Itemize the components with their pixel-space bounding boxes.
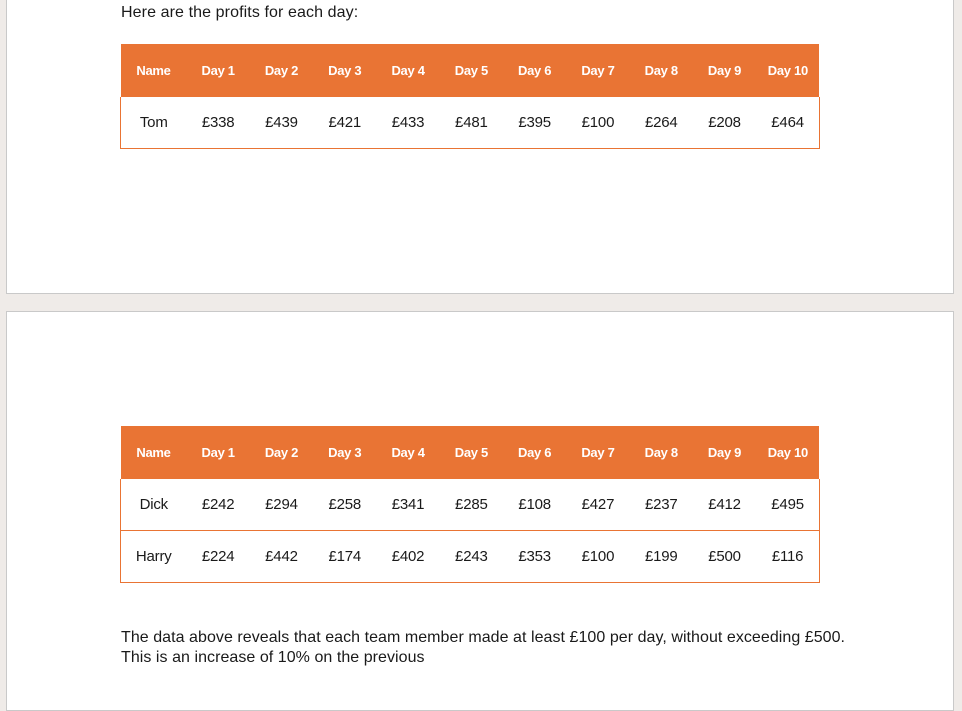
intro-text: Here are the profits for each day:: [121, 4, 359, 21]
cell-value: £338: [186, 97, 250, 149]
cell-name: Harry: [120, 530, 187, 583]
header-day-10: Day 10: [756, 44, 820, 97]
header-day-6: Day 6: [502, 426, 567, 479]
cell-value: £500: [692, 530, 757, 583]
header-day-4: Day 4: [376, 44, 440, 97]
cell-value: £294: [265, 496, 298, 513]
cell-value: £243: [439, 530, 503, 583]
cell-value: £258: [328, 496, 362, 513]
cell-name: Tom: [120, 97, 187, 149]
cell-value: £412: [708, 496, 741, 513]
cell-value: £237: [644, 496, 678, 513]
cell-value: £242: [201, 496, 235, 513]
cell-value: £402: [376, 530, 440, 583]
profits-table-tom: Name Day 1 Day 2 Day 3 Day 4 Day 5 Day 6…: [120, 44, 820, 149]
cell-value: £208: [692, 97, 757, 149]
table-header-row: Name Day 1 Day 2 Day 3 Day 4 Day 5 Day 6…: [120, 44, 820, 97]
conclusion-text: The data above reveals that each team me…: [121, 629, 846, 666]
cell-value: £395: [502, 97, 567, 149]
table-header-row: Name Day 1 Day 2 Day 3 Day 4 Day 5 Day 6…: [120, 426, 820, 479]
document-page-1: Here are the profits for each day: Name …: [6, 0, 954, 294]
cell-value: £224: [186, 530, 250, 583]
cell-value: £481: [439, 97, 503, 149]
cell-value: £285: [455, 496, 488, 513]
header-day-7: Day 7: [566, 426, 630, 479]
header-day-7: Day 7: [566, 44, 630, 97]
cell-value: £427: [581, 496, 615, 513]
header-day-1: Day 1: [186, 426, 250, 479]
header-day-2: Day 2: [249, 44, 314, 97]
profits-table-dick-harry: Name Day 1 Day 2 Day 3 Day 4 Day 5 Day 6…: [120, 426, 820, 583]
cell-value: £264: [629, 97, 693, 149]
cell-value: £421: [313, 97, 377, 149]
cell-value: £108: [518, 496, 551, 513]
table-row: Tom £338 £439 £421 £433 £481 £395 £100 £…: [120, 97, 820, 149]
cell-value: £353: [502, 530, 567, 583]
header-day-2: Day 2: [249, 426, 314, 479]
header-name: Name: [120, 426, 187, 479]
cell-value: £199: [629, 530, 693, 583]
document-page-2: Name Day 1 Day 2 Day 3 Day 4 Day 5 Day 6…: [6, 311, 954, 711]
cell-value: £439: [249, 97, 314, 149]
header-day-9: Day 9: [692, 44, 757, 97]
cell-value: £442: [249, 530, 314, 583]
header-day-3: Day 3: [313, 426, 377, 479]
cell-name: Dick: [120, 479, 187, 531]
cell-value: £495: [756, 479, 820, 531]
header-day-5: Day 5: [439, 426, 503, 479]
header-name: Name: [120, 44, 187, 97]
header-day-3: Day 3: [313, 44, 377, 97]
header-day-9: Day 9: [692, 426, 757, 479]
cell-value: £116: [756, 530, 820, 583]
header-day-10: Day 10: [756, 426, 820, 479]
cell-value: £464: [756, 97, 820, 149]
cell-value: £174: [313, 530, 377, 583]
cell-value: £100: [566, 97, 630, 149]
header-day-8: Day 8: [629, 426, 693, 479]
header-day-6: Day 6: [502, 44, 567, 97]
table-row: Dick £242 £294 £258 £341 £285 £108 £427 …: [120, 479, 820, 531]
cell-value: £341: [391, 496, 425, 513]
table-row: Harry £224 £442 £174 £402 £243 £353 £100…: [120, 530, 820, 583]
header-day-4: Day 4: [376, 426, 440, 479]
header-day-5: Day 5: [439, 44, 503, 97]
cell-value: £433: [376, 97, 440, 149]
header-day-1: Day 1: [186, 44, 250, 97]
cell-value: £100: [566, 530, 630, 583]
header-day-8: Day 8: [629, 44, 693, 97]
